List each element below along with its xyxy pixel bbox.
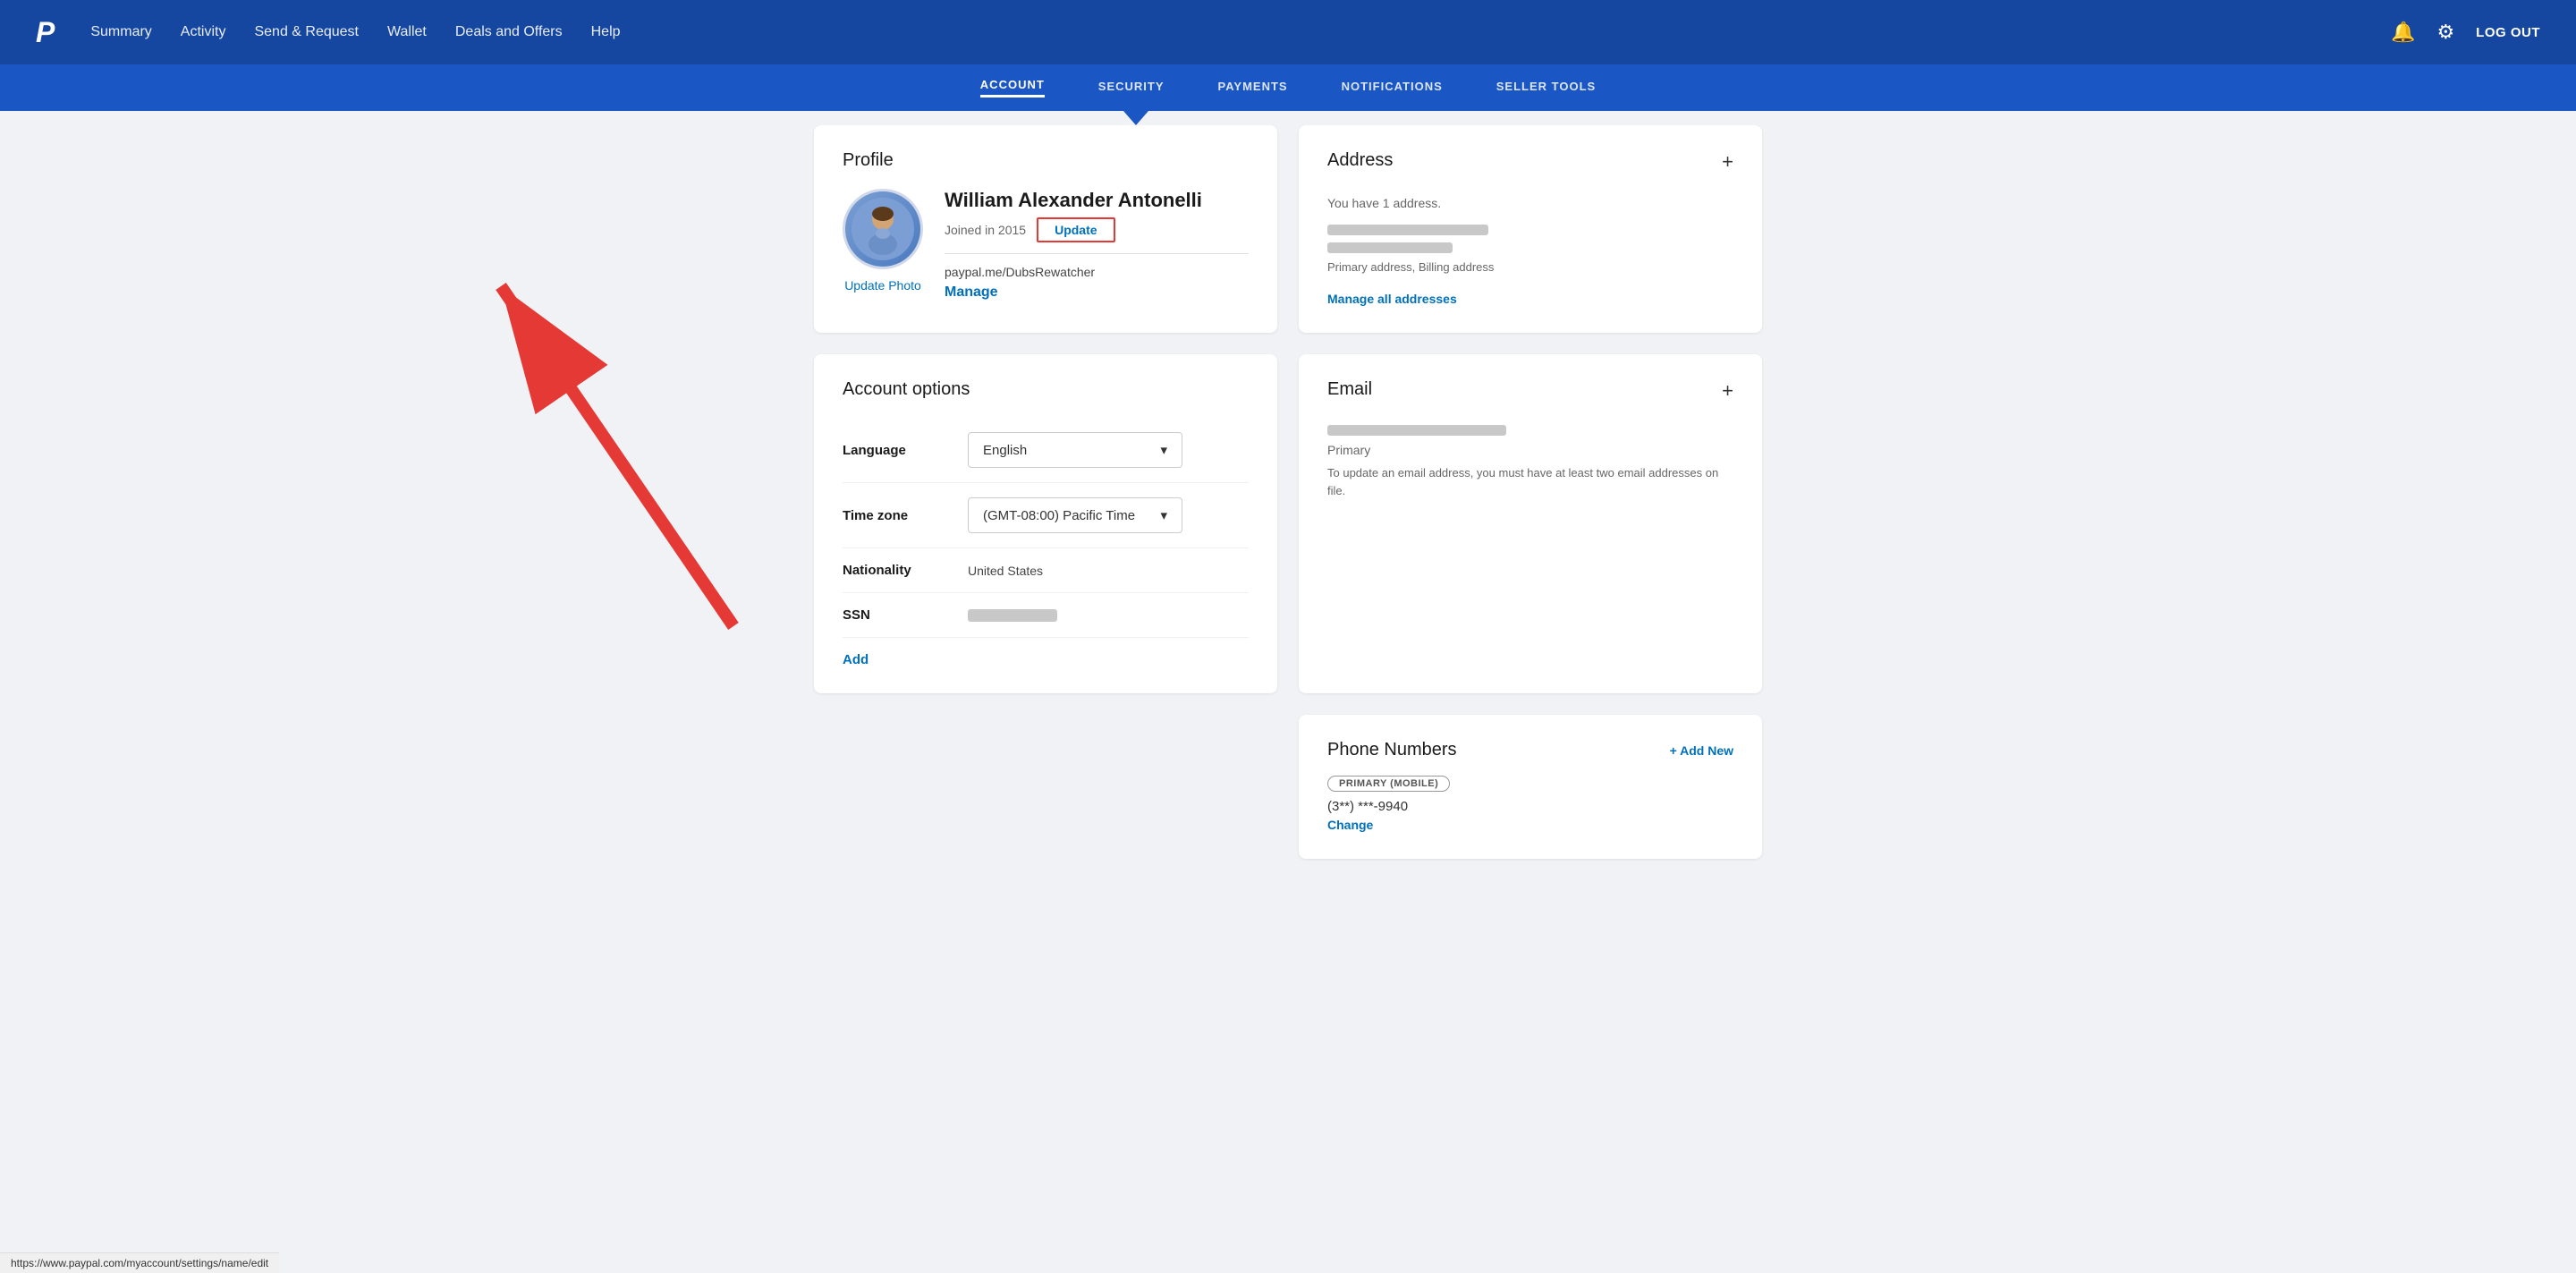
nav-summary[interactable]: Summary <box>90 24 151 40</box>
add-ssn-link[interactable]: Add <box>843 652 869 667</box>
profile-card: Profile <box>814 125 1277 333</box>
top-nav: P Summary Activity Send & Request Wallet… <box>0 0 2576 64</box>
profile-info: William Alexander Antonelli Joined in 20… <box>945 189 1249 301</box>
subnav-payments[interactable]: PAYMENTS <box>1218 80 1288 97</box>
annotation-arrow <box>501 286 733 626</box>
top-nav-links: Summary Activity Send & Request Wallet D… <box>90 24 2391 40</box>
nav-deals[interactable]: Deals and Offers <box>455 24 563 40</box>
address-title: Address <box>1327 150 1393 171</box>
options-table: Language English ▾ Time zone (GMT-08:00)… <box>843 418 1249 638</box>
sub-nav: ACCOUNT SECURITY PAYMENTS NOTIFICATIONS … <box>0 64 2576 111</box>
ssn-blur-value <box>968 609 1057 622</box>
chevron-down-icon-2: ▾ <box>1160 507 1167 523</box>
nationality-value: United States <box>968 564 1043 578</box>
nav-indicator-wrap <box>0 111 2576 125</box>
profile-name: William Alexander Antonelli <box>945 189 1249 212</box>
address-card-header: Address + <box>1327 150 1733 189</box>
language-value: English <box>983 443 1027 458</box>
address-line-2-blur <box>1327 242 1453 253</box>
joined-text: Joined in 2015 <box>945 223 1026 237</box>
timezone-row: Time zone (GMT-08:00) Pacific Time ▾ <box>843 483 1249 548</box>
email-note: To update an email address, you must hav… <box>1327 464 1733 499</box>
nav-wallet[interactable]: Wallet <box>387 24 427 40</box>
logout-button[interactable]: LOG OUT <box>2476 25 2540 40</box>
nationality-label: Nationality <box>843 563 968 578</box>
subnav-seller-tools[interactable]: SELLER TOOLS <box>1496 80 1596 97</box>
subnav-account[interactable]: ACCOUNT <box>980 78 1045 98</box>
nav-help[interactable]: Help <box>591 24 621 40</box>
manage-all-addresses-link[interactable]: Manage all addresses <box>1327 292 1457 306</box>
phone-number: (3**) ***-9940 <box>1327 799 1733 814</box>
avatar-image <box>852 198 914 260</box>
add-address-button[interactable]: + <box>1722 150 1733 174</box>
email-title: Email <box>1327 379 1372 400</box>
language-select[interactable]: English ▾ <box>968 432 1182 468</box>
subnav-notifications[interactable]: NOTIFICATIONS <box>1342 80 1443 97</box>
update-name-button[interactable]: Update <box>1037 217 1114 242</box>
avatar <box>843 189 923 269</box>
phone-card: Phone Numbers + Add New PRIMARY (MOBILE)… <box>1299 715 1762 859</box>
avatar-wrap: Update Photo <box>843 189 923 293</box>
update-photo-link[interactable]: Update Photo <box>844 278 921 293</box>
language-label: Language <box>843 443 968 458</box>
nav-indicator-arrow <box>1123 111 1148 125</box>
profile-title: Profile <box>843 150 1249 171</box>
phone-title: Phone Numbers <box>1327 740 1457 760</box>
add-new-phone-button[interactable]: + Add New <box>1670 743 1733 758</box>
profile-body: Update Photo William Alexander Antonelli… <box>843 189 1249 301</box>
timezone-label: Time zone <box>843 508 968 523</box>
address-card: Address + You have 1 address. Primary ad… <box>1299 125 1762 333</box>
email-card: Email + Primary To update an email addre… <box>1299 354 1762 693</box>
add-email-button[interactable]: + <box>1722 379 1733 403</box>
paypal-me-url: paypal.me/DubsRewatcher <box>945 265 1249 279</box>
profile-joined: Joined in 2015 Update <box>945 217 1249 254</box>
address-line-1-blur <box>1327 225 1488 235</box>
change-phone-link[interactable]: Change <box>1327 818 1373 832</box>
status-url: https://www.paypal.com/myaccount/setting… <box>11 1257 268 1269</box>
nationality-row: Nationality United States <box>843 548 1249 593</box>
language-row: Language English ▾ <box>843 418 1249 483</box>
manage-profile-link[interactable]: Manage <box>945 284 998 300</box>
nav-activity[interactable]: Activity <box>181 24 226 40</box>
address-type: Primary address, Billing address <box>1327 260 1733 274</box>
ssn-label: SSN <box>843 607 968 623</box>
account-options-card: Account options Language English ▾ Time … <box>814 354 1277 693</box>
email-card-header: Email + <box>1327 379 1733 418</box>
paypal-logo: P <box>36 16 55 49</box>
subnav-security[interactable]: SECURITY <box>1098 80 1165 97</box>
main-content: Profile <box>796 125 1780 895</box>
ssn-row: SSN <box>843 593 1249 638</box>
phone-header: Phone Numbers + Add New <box>1327 740 1733 760</box>
nav-right: 🔔 ⚙ LOG OUT <box>2391 21 2540 44</box>
timezone-value: (GMT-08:00) Pacific Time <box>983 508 1135 523</box>
email-blur <box>1327 425 1506 436</box>
notification-bell-icon[interactable]: 🔔 <box>2391 21 2415 44</box>
email-primary-label: Primary <box>1327 443 1733 457</box>
nav-send-request[interactable]: Send & Request <box>254 24 359 40</box>
address-subtitle: You have 1 address. <box>1327 196 1733 210</box>
settings-gear-icon[interactable]: ⚙ <box>2436 21 2454 44</box>
phone-badge: PRIMARY (MOBILE) <box>1327 776 1450 792</box>
status-bar: https://www.paypal.com/myaccount/setting… <box>0 1252 279 1273</box>
chevron-down-icon: ▾ <box>1160 442 1167 458</box>
account-options-title: Account options <box>843 379 1249 400</box>
timezone-select[interactable]: (GMT-08:00) Pacific Time ▾ <box>968 497 1182 533</box>
